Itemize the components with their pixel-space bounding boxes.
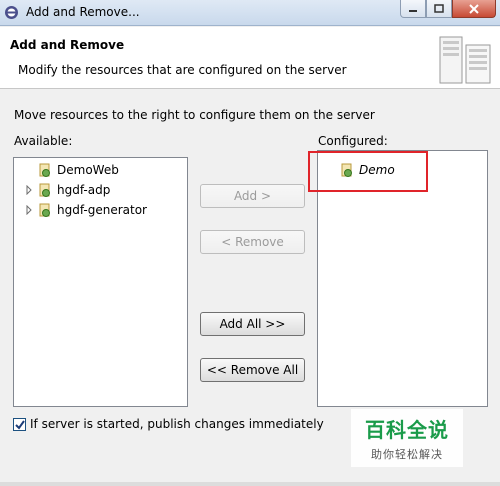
server-icon	[439, 36, 491, 84]
web-module-icon	[39, 203, 50, 217]
list-item-label: hgdf-generator	[57, 203, 147, 217]
available-list[interactable]: DemoWeb hgdf-adp hgdf-generator	[13, 157, 188, 407]
list-item[interactable]: hgdf-adp	[24, 181, 110, 199]
maximize-button[interactable]	[426, 0, 452, 18]
dialog-title: Add and Remove	[10, 38, 125, 52]
list-item[interactable]: Demo	[340, 161, 395, 179]
dialog-description: Modify the resources that are configured…	[18, 63, 347, 77]
close-button[interactable]	[452, 0, 496, 18]
window-title: Add and Remove...	[26, 5, 140, 19]
minimize-button[interactable]	[400, 0, 426, 18]
list-item-label: hgdf-adp	[57, 183, 111, 197]
list-item-label: DemoWeb	[57, 163, 119, 177]
available-label: Available:	[14, 134, 73, 148]
configured-label: Configured:	[318, 134, 388, 148]
publish-checkbox[interactable]	[13, 417, 26, 431]
close-icon	[469, 3, 479, 14]
web-module-icon	[341, 163, 352, 177]
list-item[interactable]: DemoWeb	[24, 161, 119, 179]
watermark-subtitle: 助你轻松解决	[371, 448, 443, 461]
remove-button[interactable]: < Remove	[200, 230, 305, 254]
chevron-right-icon[interactable]	[24, 185, 34, 195]
eclipse-app-icon	[5, 6, 18, 19]
title-bar: Add and Remove...	[0, 0, 500, 26]
window-controls	[400, 0, 496, 18]
web-module-icon	[39, 183, 50, 197]
list-item-label: Demo	[359, 163, 395, 177]
publish-option[interactable]: If server is started, publish changes im…	[13, 417, 324, 431]
web-module-icon	[39, 163, 50, 177]
maximize-icon	[434, 3, 444, 13]
dialog-bottom-edge	[0, 482, 500, 486]
instruction-text: Move resources to the right to configure…	[14, 108, 375, 122]
publish-label: If server is started, publish changes im…	[30, 417, 324, 431]
watermark-title: 百科全说	[365, 418, 449, 442]
watermark: 百科全说 助你轻松解决	[351, 409, 463, 467]
add-button[interactable]: Add >	[200, 184, 305, 208]
add-all-button[interactable]: Add All >>	[200, 312, 305, 336]
list-item[interactable]: hgdf-generator	[24, 201, 147, 219]
remove-all-button[interactable]: << Remove All	[200, 358, 305, 382]
configured-list[interactable]: Demo	[317, 150, 488, 407]
checkmark-icon	[15, 419, 25, 430]
minimize-icon	[409, 9, 417, 12]
chevron-right-icon[interactable]	[24, 205, 34, 215]
dialog-header: Add and Remove Modify the resources that…	[0, 27, 500, 89]
